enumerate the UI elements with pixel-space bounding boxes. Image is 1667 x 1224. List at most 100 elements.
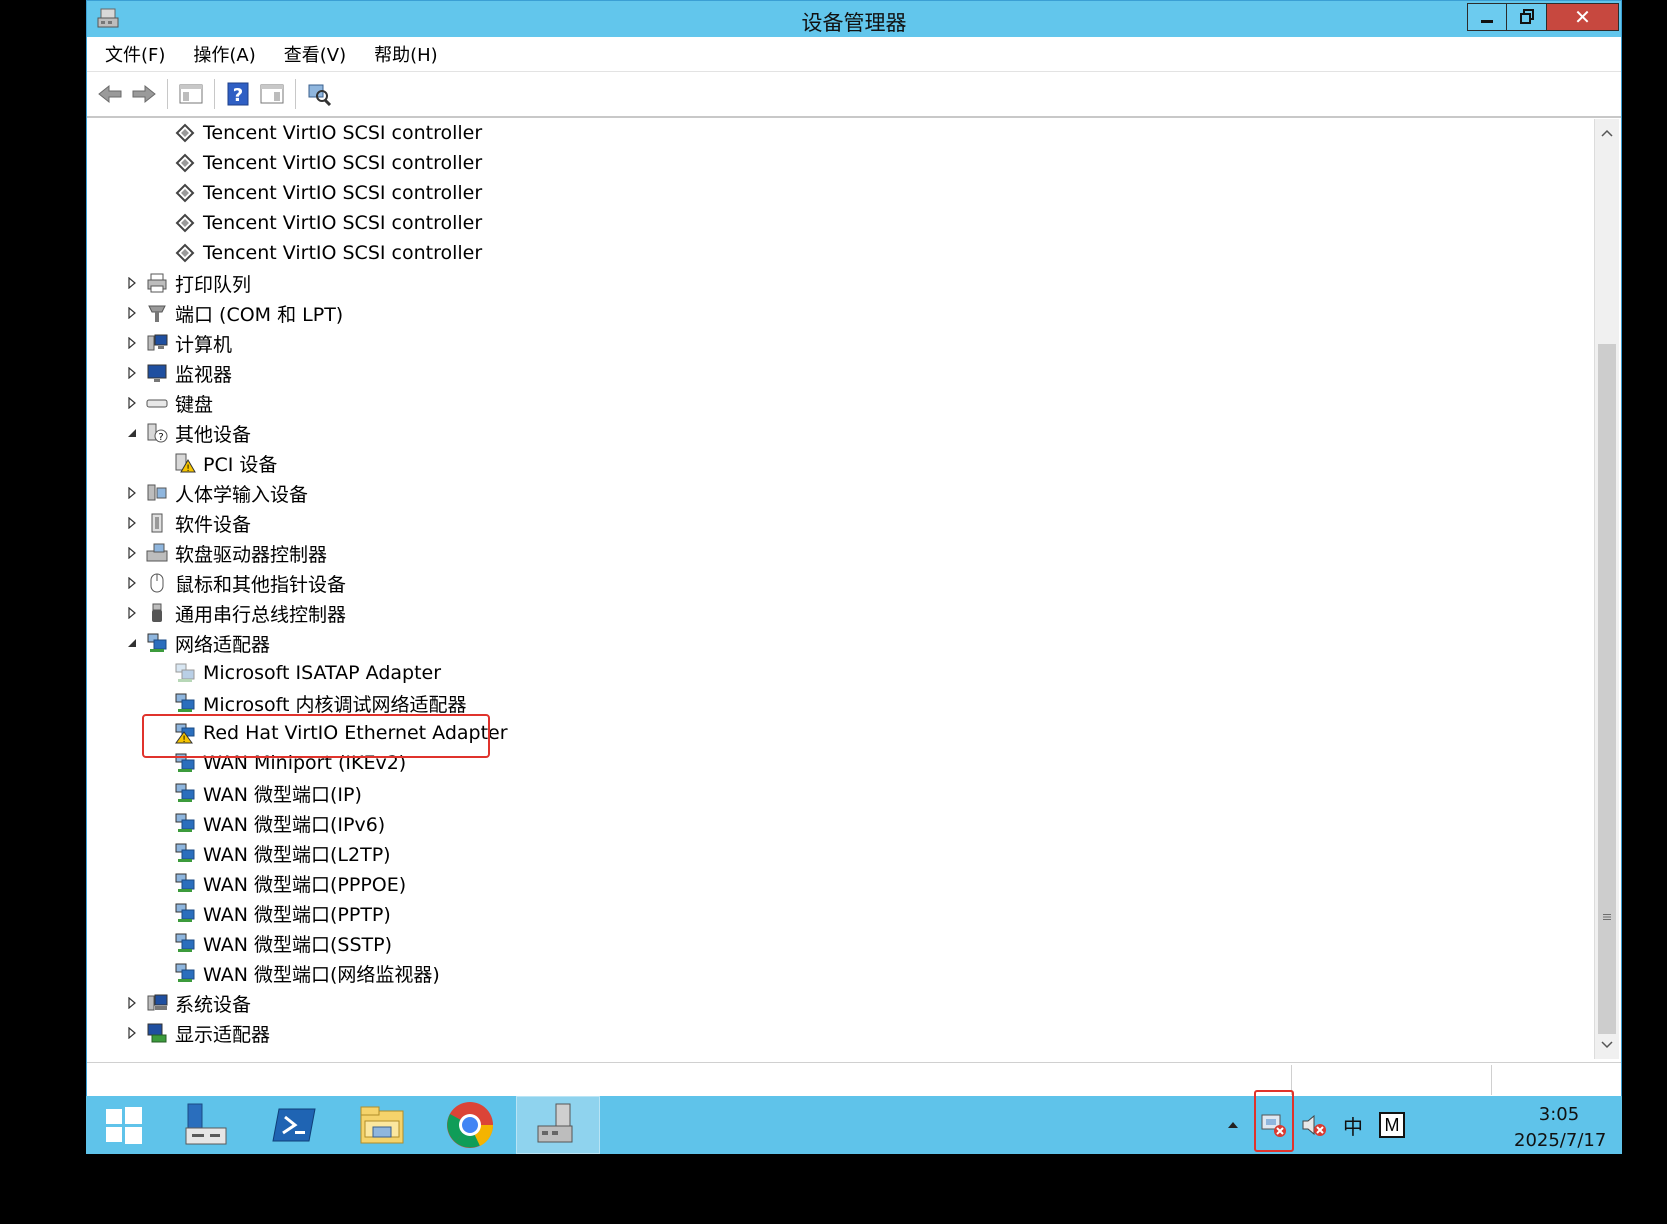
start-button[interactable] [88,1096,160,1154]
chevron-right-icon [128,397,136,409]
tree-expander[interactable] [125,516,139,530]
chevron-right-icon [128,487,136,499]
chevron-up-icon [1228,1122,1238,1128]
tree-item[interactable]: 打印队列 [125,268,251,298]
action-pane-icon [260,84,284,104]
tree-item-label: 软件设备 [175,513,252,536]
tree-item[interactable]: Tencent VirtIO SCSI controller [153,118,482,148]
vertical-scrollbar[interactable] [1594,119,1619,1059]
back-button[interactable] [95,79,125,109]
tray-input-method[interactable]: M [1376,1096,1408,1154]
taskbar-device-manager[interactable] [516,1096,600,1154]
tree-item-label: 系统设备 [175,993,252,1016]
tree-item[interactable]: WAN 微型端口(网络监视器) [153,958,440,988]
tree-item[interactable]: WAN 微型端口(SSTP) [153,928,392,958]
show-hide-action-pane-button[interactable] [257,79,287,109]
tree-expander[interactable] [125,276,139,290]
tree-expander[interactable] [125,636,139,650]
show-hide-console-tree-button[interactable] [176,79,206,109]
scroll-down-button[interactable] [1595,1033,1619,1057]
tree-item[interactable]: 软盘驱动器控制器 [125,538,327,568]
taskbar-powershell[interactable] [252,1096,336,1154]
tree-expander[interactable] [125,426,139,440]
warning-device-icon: ! [173,451,197,475]
tree-item-label: WAN 微型端口(IP) [203,783,362,806]
tree-item[interactable]: WAN 微型端口(IP) [153,778,362,808]
tree-expander[interactable] [125,546,139,560]
tree-item[interactable]: 系统设备 [125,988,251,1018]
chevron-right-icon [128,577,136,589]
toolbar-separator [295,79,296,109]
tree-item-label: 鼠标和其他指针设备 [175,573,347,596]
tree-expander[interactable] [125,576,139,590]
help-button[interactable]: ? [223,79,253,109]
menu-help[interactable]: 帮助(H) [370,39,442,69]
tree-item[interactable]: Tencent VirtIO SCSI controller [153,238,482,268]
tree-item[interactable]: 端口 (COM 和 LPT) [125,298,343,328]
clock-date: 2025/7/17 [1514,1130,1607,1151]
taskbar-clock[interactable]: 3:05 2025/7/17 [1514,1102,1607,1154]
tree-item[interactable]: ! PCI 设备 [153,448,277,478]
minimize-button[interactable] [1467,3,1507,31]
tree-expander[interactable] [125,606,139,620]
tree-expander[interactable] [125,366,139,380]
hid-icon [145,481,169,505]
tree-item[interactable]: WAN 微型端口(L2TP) [153,838,391,868]
tree-expander[interactable] [125,1026,139,1040]
tree-item[interactable]: 软件设备 [125,508,251,538]
console-tree-icon [179,84,203,104]
tree-expander[interactable] [125,396,139,410]
tree-item[interactable]: Tencent VirtIO SCSI controller [153,208,482,238]
tree-item-label: 人体学输入设备 [175,483,309,506]
tree-item[interactable]: ? 其他设备 [125,418,251,448]
tree-item-label: 计算机 [175,333,233,356]
taskbar-chrome[interactable] [428,1096,512,1154]
tree-item[interactable]: 通用串行总线控制器 [125,598,346,628]
show-hidden-icons-button[interactable] [1222,1096,1244,1154]
device-tree[interactable]: Tencent VirtIO SCSI controller Tencent Vi… [87,118,1595,1062]
scroll-up-button[interactable] [1595,121,1619,145]
display-adapter-icon [145,1021,169,1045]
tree-item[interactable]: 鼠标和其他指针设备 [125,568,346,598]
tree-item[interactable]: Tencent VirtIO SCSI controller [153,178,482,208]
tree-item[interactable]: 网络适配器 [125,628,270,658]
close-button[interactable]: ✕ [1547,3,1619,31]
tree-item[interactable]: Tencent VirtIO SCSI controller [153,148,482,178]
menu-view[interactable]: 查看(V) [280,39,350,69]
tree-item[interactable]: Microsoft ISATAP Adapter [153,658,441,688]
restore-button[interactable] [1507,3,1547,31]
tray-network-status[interactable] [1258,1096,1290,1154]
tray-volume[interactable] [1298,1096,1330,1154]
tree-item[interactable]: WAN 微型端口(IPv6) [153,808,385,838]
taskbar-file-explorer[interactable] [340,1096,424,1154]
tree-expander[interactable] [125,996,139,1010]
tree-item-label: PCI 设备 [203,453,278,476]
title-bar[interactable]: 设备管理器 ✕ [87,1,1621,38]
tree-item[interactable]: 显示适配器 [125,1018,270,1048]
tree-item-label: Tencent VirtIO SCSI controller [203,182,483,204]
tree-item[interactable]: 监视器 [125,358,232,388]
tree-expander[interactable] [125,336,139,350]
menu-action[interactable]: 操作(A) [189,39,259,69]
forward-button[interactable] [129,79,159,109]
tree-item-label: WAN 微型端口(IPv6) [203,813,386,836]
scan-hardware-button[interactable] [304,79,334,109]
tree-item[interactable]: 键盘 [125,388,213,418]
tree-item-label: Tencent VirtIO SCSI controller [203,152,483,174]
menu-file[interactable]: 文件(F) [101,39,169,69]
printer-icon [145,271,169,295]
scroll-thumb[interactable] [1598,344,1616,1034]
tree-item[interactable]: WAN 微型端口(PPPOE) [153,868,406,898]
taskbar-server-manager[interactable] [164,1096,248,1154]
tree-item[interactable]: WAN 微型端口(PPTP) [153,898,391,928]
tree-item[interactable]: 计算机 [125,328,232,358]
tree-expander[interactable] [125,306,139,320]
tree-expander[interactable] [125,486,139,500]
tray-ime-mode[interactable]: 中 [1338,1096,1368,1154]
tree-item[interactable]: 人体学输入设备 [125,478,308,508]
tree-item-label: Tencent VirtIO SCSI controller [203,122,483,144]
